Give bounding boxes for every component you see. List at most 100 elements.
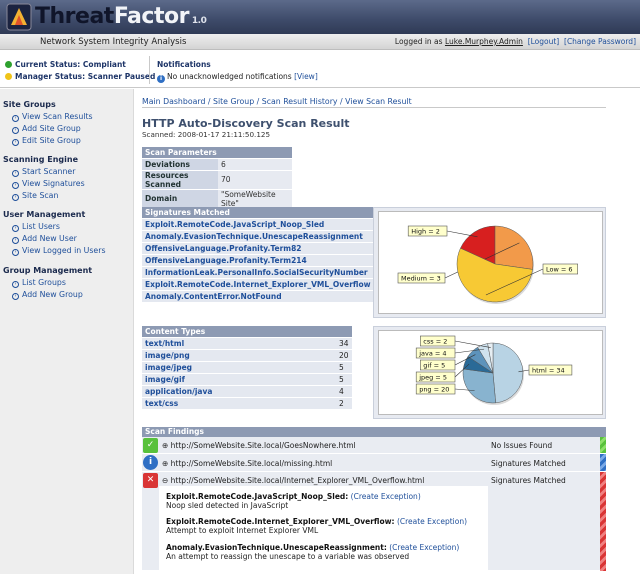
sidebar-item-list-groups[interactable]: › List Groups bbox=[12, 278, 66, 288]
severity-pie-chart: High = 2 Medium = 3 Low = 6 bbox=[378, 211, 603, 314]
table-row: image/png 20 bbox=[142, 349, 352, 362]
breadcrumb-main-dashboard[interactable]: Main Dashboard bbox=[142, 97, 205, 106]
sidebar-item-add-new-user[interactable]: › Add New User bbox=[12, 234, 77, 244]
detail-item: Exploit.RemoteCode.Internet_Explorer_VML… bbox=[166, 517, 468, 526]
signature-link[interactable]: OffensiveLanguage.Profanity.Term214 bbox=[145, 256, 307, 265]
sidebar-item-start-scanner[interactable]: › Start Scanner bbox=[12, 167, 75, 177]
signature-link[interactable]: OffensiveLanguage.Profanity.Term82 bbox=[145, 244, 302, 253]
table-row: Anomaly.ContentError.NotFound▽1 bbox=[142, 290, 395, 303]
pie-label: png = 20 bbox=[419, 386, 449, 394]
current-status: Current Status: Compliant bbox=[5, 60, 126, 69]
sidebar-group-scanning-engine: Scanning Engine bbox=[3, 155, 78, 164]
content-type-link[interactable]: image/jpeg bbox=[145, 363, 192, 372]
finding-row: ✕ ⊖ http://SomeWebsite.Site.local/Intern… bbox=[142, 472, 606, 571]
pie-label: High = 2 bbox=[411, 228, 440, 236]
content-chart-frame: html = 34 png = 20 jpeg = 5 gif = 5 java = 4… bbox=[373, 326, 606, 419]
create-exception-link[interactable]: (Create Exception) bbox=[389, 543, 459, 552]
table-row: InformationLeak.PersonalInfo.SocialSecur… bbox=[142, 266, 395, 279]
arrow-icon: › bbox=[12, 293, 19, 300]
content-types-table: Content Types text/html 34 image/png 20 im… bbox=[142, 326, 352, 410]
content-type-link[interactable]: text/html bbox=[145, 339, 184, 348]
finding-url[interactable]: ⊖ http://SomeWebsite.Site.local/Internet… bbox=[162, 476, 424, 485]
sidebar-group-site-groups: Site Groups bbox=[3, 100, 56, 109]
manager-status: Manager Status: Scanner Paused bbox=[5, 72, 155, 81]
sub-header: Network System Integrity Analysis Logged… bbox=[0, 34, 640, 50]
logout-link[interactable]: [Logout] bbox=[528, 37, 560, 46]
sidebar-group-group-management: Group Management bbox=[3, 266, 93, 275]
scan-findings: Scan Findings ✓ ⊕ http://SomeWebsite.Sit… bbox=[142, 427, 606, 571]
content-type-link[interactable]: image/gif bbox=[145, 375, 185, 384]
sidebar-item-view-logged-in-users[interactable]: › View Logged in Users bbox=[12, 246, 106, 256]
sidebar-item-edit-site-group[interactable]: › Edit Site Group bbox=[12, 136, 81, 146]
login-info: Logged in as Luke.Murphey.Admin [Logout]… bbox=[395, 37, 636, 46]
user-link[interactable]: Luke.Murphey.Admin bbox=[445, 37, 523, 46]
arrow-icon: › bbox=[12, 237, 19, 244]
finding-status: Signatures Matched bbox=[491, 459, 566, 468]
scan-findings-header: Scan Findings bbox=[142, 427, 606, 437]
arrow-icon: › bbox=[12, 139, 19, 146]
finding-row: i ⊕ http://SomeWebsite.Site.local/missin… bbox=[142, 454, 606, 472]
arrow-icon: › bbox=[12, 249, 19, 256]
notifications-line: i No unacknowledged notifications [View] bbox=[157, 72, 318, 83]
content-type-link[interactable]: application/java bbox=[145, 387, 212, 396]
pie-label: Medium = 3 bbox=[401, 275, 441, 283]
breadcrumb: Main Dashboard / Site Group / Scan Resul… bbox=[142, 97, 412, 106]
sidebar: Site Groups › View Scan Results › Add Site… bbox=[0, 89, 134, 574]
sidebar-group-user-management: User Management bbox=[3, 210, 86, 219]
arrow-icon: › bbox=[12, 225, 19, 232]
signature-link[interactable]: Exploit.RemoteCode.JavaScript_Noop_Sled bbox=[145, 220, 324, 229]
threatfactor-logo-icon bbox=[6, 3, 32, 31]
table-row: image/gif 5 bbox=[142, 373, 352, 386]
status-green-icon bbox=[5, 61, 12, 68]
breadcrumb-site-group[interactable]: Site Group bbox=[213, 97, 254, 106]
table-row: Anomaly.EvasionTechnique.UnescapeReassig… bbox=[142, 230, 395, 243]
arrow-icon: › bbox=[12, 281, 19, 288]
error-x-icon: ✕ bbox=[143, 473, 158, 488]
table-row: Resources Scanned 70 bbox=[142, 170, 292, 190]
check-icon: ✓ bbox=[143, 438, 158, 453]
table-row: OffensiveLanguage.Profanity.Term214▽1 bbox=[142, 254, 395, 267]
finding-url[interactable]: ⊕ http://SomeWebsite.Site.local/GoesNowh… bbox=[162, 441, 356, 450]
sidebar-item-view-scan-results[interactable]: › View Scan Results bbox=[12, 112, 93, 122]
detail-desc: Attempt to exploit Internet Explorer VML bbox=[166, 526, 319, 535]
severity-chart-frame: High = 2 Medium = 3 Low = 6 bbox=[373, 207, 606, 318]
sidebar-item-view-signatures[interactable]: › View Signatures bbox=[12, 179, 85, 189]
breadcrumb-divider bbox=[142, 107, 606, 108]
change-password-link[interactable]: [Change Password] bbox=[564, 37, 636, 46]
sidebar-item-list-users[interactable]: › List Users bbox=[12, 222, 60, 232]
arrow-icon: › bbox=[12, 182, 19, 189]
table-row: Exploit.RemoteCode.Internet_Explorer_VML… bbox=[142, 278, 395, 291]
content-type-link[interactable]: image/png bbox=[145, 351, 190, 360]
sidebar-item-add-site-group[interactable]: › Add Site Group bbox=[12, 124, 81, 134]
content-type-link[interactable]: text/css bbox=[145, 399, 178, 408]
scan-parameters-table: Scan Parameters Deviations 6 Resources Sc… bbox=[142, 147, 292, 209]
table-row: Exploit.RemoteCode.JavaScript_Noop_Sled▽… bbox=[142, 218, 395, 231]
sidebar-item-add-new-group[interactable]: › Add New Group bbox=[12, 290, 83, 300]
logged-in-label: Logged in as bbox=[394, 37, 445, 46]
signature-link[interactable]: Anomaly.EvasionTechnique.UnescapeReassig… bbox=[145, 232, 363, 241]
scan-timestamp: Scanned: 2008-01-17 21:11:50.125 bbox=[142, 130, 271, 139]
info-icon: i bbox=[143, 455, 158, 470]
status-yellow-icon bbox=[5, 73, 12, 80]
finding-url[interactable]: ⊕ http://SomeWebsite.Site.local/missing.… bbox=[162, 459, 332, 468]
finding-status: No Issues Found bbox=[491, 441, 553, 450]
status-stripe bbox=[600, 454, 606, 471]
page-title: HTTP Auto-Discovery Scan Result bbox=[142, 117, 350, 130]
arrow-icon: › bbox=[12, 115, 19, 122]
pie-label: Low = 6 bbox=[546, 266, 573, 274]
create-exception-link[interactable]: (Create Exception) bbox=[397, 517, 467, 526]
arrow-icon: › bbox=[12, 127, 19, 134]
status-stripe bbox=[600, 437, 606, 453]
status-divider bbox=[149, 56, 150, 84]
view-notifications-link[interactable]: [View] bbox=[294, 72, 318, 81]
table-row: text/css 2 bbox=[142, 397, 352, 410]
signature-link[interactable]: InformationLeak.PersonalInfo.SocialSecur… bbox=[145, 268, 368, 277]
breadcrumb-view-scan-result[interactable]: View Scan Result bbox=[345, 97, 412, 106]
breadcrumb-scan-result-history[interactable]: Scan Result History bbox=[262, 97, 338, 106]
create-exception-link[interactable]: (Create Exception) bbox=[351, 492, 421, 501]
detail-item: Exploit.RemoteCode.JavaScript_Noop_Sled:… bbox=[166, 492, 421, 501]
arrow-icon: › bbox=[12, 194, 19, 201]
sidebar-item-site-scan[interactable]: › Site Scan bbox=[12, 191, 58, 201]
signature-link[interactable]: Anomaly.ContentError.NotFound bbox=[145, 292, 282, 301]
signature-link[interactable]: Exploit.RemoteCode.Internet_Explorer_VML… bbox=[145, 280, 371, 289]
